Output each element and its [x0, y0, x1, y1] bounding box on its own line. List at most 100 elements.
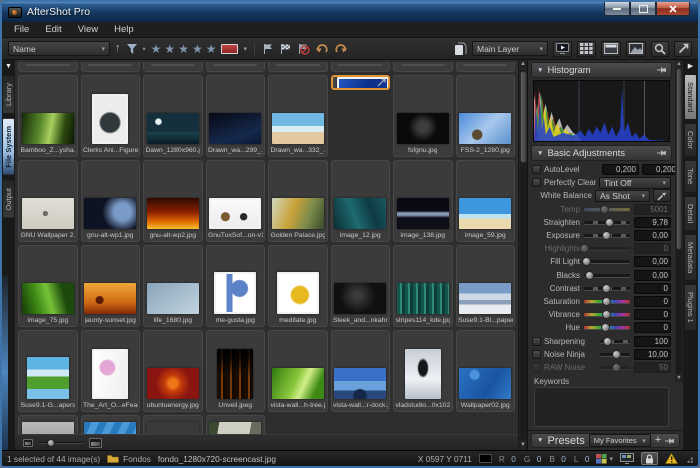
thumbnail-cell[interactable]: image_75.jpg — [18, 245, 78, 327]
contrast-slider[interactable] — [583, 283, 631, 294]
collapse-section-icon[interactable]: ▼ — [537, 437, 543, 444]
color-label-dropdown-icon[interactable]: ▾ — [243, 45, 247, 53]
saturation-value[interactable]: 0 — [634, 296, 671, 307]
grid-scrollbar[interactable]: ▲ ▼ — [518, 60, 527, 450]
fullscreen-button[interactable] — [674, 41, 692, 57]
menu-item-help[interactable]: Help — [106, 24, 142, 35]
blacks-slider[interactable] — [583, 270, 631, 281]
thumbnail-cell-partial[interactable] — [18, 415, 78, 434]
autolevel-high-value[interactable]: 0,200 — [642, 164, 679, 175]
thumbnail-cell[interactable]: gnu-alt-wp1.jpg — [81, 160, 141, 242]
minimize-button[interactable] — [604, 2, 630, 16]
thumbnail-cell-partial[interactable] — [143, 62, 203, 72]
fill-light-value[interactable]: 0,00 — [634, 256, 671, 267]
tab-color[interactable]: Color — [684, 123, 697, 157]
thumbnail-cell[interactable]: Unveil.jpeg — [206, 330, 266, 412]
slider-handle[interactable] — [605, 218, 614, 227]
collapse-right-icon[interactable]: ▶ — [688, 63, 693, 71]
image-view-button[interactable] — [626, 41, 646, 57]
flag-reject-icon[interactable] — [297, 43, 310, 55]
thumbnail-cell[interactable]: vladstudio...0x1024.jpg — [393, 330, 453, 412]
menu-item-file[interactable]: File — [6, 24, 37, 35]
thumbnail-cell[interactable]: Sleek_and...nkahn.jpg — [331, 245, 391, 327]
star-icon[interactable]: ★ — [192, 43, 203, 55]
flag-checkered-icon[interactable] — [279, 43, 292, 55]
thumbnail-cell-partial[interactable] — [206, 62, 266, 72]
tab-metadata[interactable]: Metadata — [684, 234, 697, 281]
slider-handle[interactable] — [603, 337, 612, 346]
slider-handle[interactable] — [602, 310, 611, 319]
thumbnail-view-button[interactable] — [601, 41, 621, 57]
rotate-left-icon[interactable] — [315, 43, 329, 55]
thumbnail-cell[interactable]: Drawn_wa...332_.jpg — [268, 75, 328, 157]
filter-icon[interactable] — [126, 43, 138, 55]
highlights-value[interactable]: 0 — [634, 243, 671, 254]
scrollbar-thumb[interactable] — [676, 68, 682, 250]
blacks-value[interactable]: 0,00 — [634, 270, 671, 281]
thumbnail-cell[interactable]: Suse9.1-Bl...papers.jpg — [456, 245, 516, 327]
rating-none-icon[interactable]: • — [143, 44, 146, 54]
histogram-header[interactable]: ▼ Histogram — [531, 62, 672, 78]
exposure-slider[interactable] — [583, 230, 631, 241]
folder-crumb[interactable]: Fondos — [107, 454, 151, 464]
thumbnail-cell[interactable]: vista-wall...h-tree.jpg — [268, 330, 328, 412]
layer-select[interactable]: Main Layer▾ — [472, 41, 548, 56]
lock-button[interactable] — [641, 452, 658, 465]
rotate-right-icon[interactable] — [334, 43, 348, 55]
slideshow-button[interactable] — [553, 41, 572, 57]
magnifier-button[interactable] — [651, 41, 669, 57]
monitor-icon[interactable] — [620, 453, 634, 464]
collapse-section-icon[interactable]: ▼ — [537, 150, 543, 157]
raw-noise-slider[interactable] — [599, 362, 631, 373]
thumbnail-cell-partial[interactable] — [81, 415, 141, 434]
maximize-button[interactable] — [630, 2, 656, 16]
pin-icon[interactable] — [657, 149, 667, 158]
basic-adjustments-header[interactable]: ▼ Basic Adjustments — [531, 145, 672, 161]
scroll-down-icon[interactable]: ▼ — [520, 441, 526, 450]
pin-icon[interactable] — [665, 436, 675, 445]
thumbnail-cell[interactable]: Dawn_1280x960.jpg — [143, 75, 203, 157]
slider-handle[interactable] — [585, 271, 594, 280]
tab-tone[interactable]: Tone — [684, 160, 697, 192]
slider-handle[interactable] — [600, 205, 609, 214]
scrollbar-track[interactable] — [676, 68, 682, 374]
slider-handle[interactable] — [47, 439, 55, 447]
thumbnail-cell-partial[interactable] — [393, 62, 453, 72]
exposure-value[interactable]: 0,00 — [634, 230, 671, 241]
resize-grip[interactable] — [685, 455, 693, 463]
thumbnail-cell-partial[interactable] — [456, 62, 516, 72]
keywords-input[interactable] — [534, 387, 669, 427]
slider-handle[interactable] — [612, 350, 621, 359]
slider-handle[interactable] — [582, 257, 591, 266]
title-bar[interactable]: AfterShot Pro — [2, 2, 698, 22]
presets-favorites-select[interactable]: My Favorites▾ — [589, 434, 651, 447]
thumbnail-cell[interactable]: image_59.jpg — [456, 160, 516, 242]
saturation-slider[interactable] — [583, 296, 631, 307]
sharpening-checkbox[interactable] — [532, 337, 541, 346]
thumbnail-size-slider[interactable] — [38, 442, 84, 444]
thumbnail-cell[interactable]: Suse9.1-G...apers.jpg — [18, 330, 78, 412]
thumbnail-cell-partial[interactable] — [206, 415, 266, 434]
hue-value[interactable]: 0 — [634, 322, 671, 333]
thumbnail-cell-partial[interactable] — [331, 62, 391, 72]
tab-output[interactable]: Output — [2, 180, 15, 219]
straighten-value[interactable]: 9,78 — [634, 217, 671, 228]
thumbnail-cell[interactable]: gnu-alt-wp2.jpg — [143, 160, 203, 242]
menu-item-edit[interactable]: Edit — [37, 24, 69, 35]
scrollbar-thumb[interactable] — [520, 71, 527, 163]
slider-handle[interactable] — [601, 323, 610, 332]
sharpening-slider[interactable] — [599, 336, 631, 347]
thumbnail-cell[interactable]: Drawn_wa...299_.jpg — [206, 75, 266, 157]
color-profile-control[interactable]: ▾ — [596, 454, 613, 464]
autolevel-low-value[interactable]: 0,200 — [602, 164, 639, 175]
collapse-left-icon[interactable]: ▼ — [5, 63, 12, 71]
thumbnail-cell[interactable]: fsfgnu.jpg — [393, 75, 453, 157]
thumbnail-cell[interactable]: life_1680.jpg — [143, 245, 203, 327]
copy-settings-icon[interactable] — [454, 42, 467, 56]
autolevel-checkbox[interactable] — [532, 165, 541, 174]
sort-direction-icon[interactable]: ↑ — [115, 43, 121, 54]
noise-ninja-slider[interactable] — [599, 349, 631, 360]
collapse-section-icon[interactable]: ▼ — [537, 67, 543, 74]
thumbnail-cell[interactable]: The_Art_O...eFear.jpg — [81, 330, 141, 412]
large-thumbnails-icon[interactable] — [89, 438, 102, 448]
